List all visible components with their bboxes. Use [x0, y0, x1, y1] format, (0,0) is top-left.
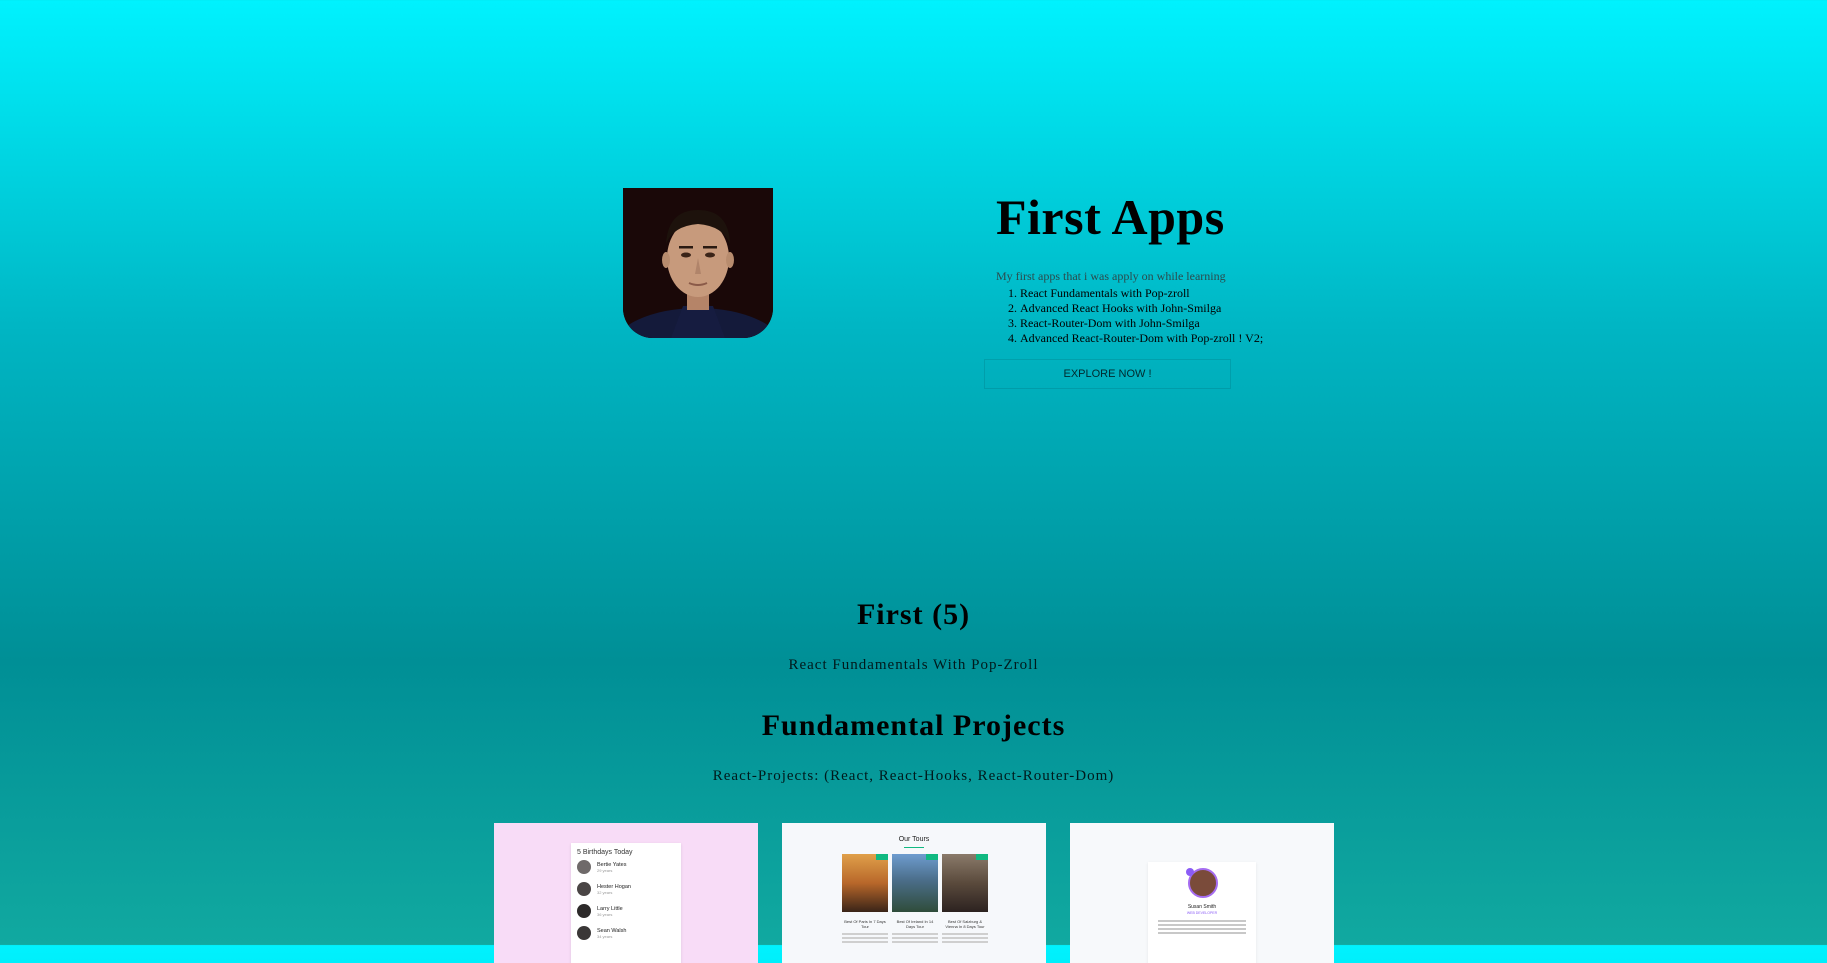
person-age: 34 years — [597, 933, 613, 939]
tour-name: Best Of Paris In 7 Days Tour — [844, 919, 886, 929]
projects-subtitle: React-Projects: (React, React-Hooks, Rea… — [712, 768, 1115, 784]
list-item: React-Router-Dom with John-Smilga — [1020, 316, 1326, 331]
avatar — [577, 904, 591, 918]
person-age: 29 years — [597, 867, 613, 873]
tour-image — [942, 854, 988, 912]
person-age: 36 years — [597, 911, 613, 917]
tour-image — [842, 854, 888, 912]
reviewer-name: Susan Smith — [1187, 904, 1217, 910]
person-name: Bertie Yates — [597, 861, 627, 868]
avatar — [577, 926, 591, 940]
title-underline — [904, 847, 924, 848]
tour-description — [842, 933, 888, 945]
project-card-tours[interactable]: Our Tours Best Of Paris In 7 Days Tour B… — [782, 823, 1046, 963]
learning-list: React Fundamentals with Pop-zroll Advanc… — [996, 286, 1326, 346]
avatar — [577, 882, 591, 896]
reviewer-job: WEB DEVELOPER — [1186, 911, 1218, 915]
hero-title: First Apps — [996, 189, 1225, 245]
avatar — [577, 860, 591, 874]
price-badge — [976, 854, 988, 860]
list-item: React Fundamentals with Pop-zroll — [1020, 286, 1326, 301]
person-name: Hester Hogan — [597, 883, 631, 890]
tour-image — [892, 854, 938, 912]
birthday-title: 5 Birthdays Today — [577, 849, 633, 856]
tour-description — [942, 933, 988, 945]
tour-name: Best Of Salzburg & Vienna In 8 Days Tour — [945, 919, 985, 929]
hero-text: First Apps My first apps that i was appl… — [996, 190, 1326, 346]
list-item: Sean Walsh 34 years — [571, 922, 681, 944]
profile-photo — [623, 188, 773, 338]
birthday-panel: 5 Birthdays Today Bertie Yates 29 years … — [571, 843, 681, 963]
quote-icon — [1186, 868, 1194, 876]
project-card-birthday[interactable]: 5 Birthdays Today Bertie Yates 29 years … — [494, 823, 758, 963]
person-name: Sean Walsh — [597, 927, 627, 934]
person-name: Larry Little — [597, 905, 623, 912]
hero-section: First Apps My first apps that i was appl… — [0, 0, 1827, 560]
list-item: Larry Little 36 years — [571, 900, 681, 922]
project-cards: 5 Birthdays Today Bertie Yates 29 years … — [494, 823, 1334, 963]
price-badge — [876, 854, 888, 860]
person-age: 32 years — [597, 889, 613, 895]
list-item: Advanced React Hooks with John-Smilga — [1020, 301, 1326, 316]
price-badge — [926, 854, 938, 860]
list-item: Advanced React-Router-Dom with Pop-zroll… — [1020, 331, 1326, 346]
tours-title: Our Tours — [898, 836, 930, 843]
hero-subtitle: My first apps that i was apply on while … — [996, 269, 1226, 283]
explore-now-button[interactable]: EXPLORE NOW ! — [984, 359, 1231, 389]
project-card-reviews[interactable]: Susan Smith WEB DEVELOPER — [1070, 823, 1334, 963]
tour-name: Best Of Ireland In 14 Days Tour — [896, 919, 934, 929]
review-text — [1158, 920, 1246, 936]
review-panel: Susan Smith WEB DEVELOPER — [1148, 862, 1256, 963]
list-item: Bertie Yates 29 years — [571, 856, 681, 878]
tour-description — [892, 933, 938, 945]
list-item: Hester Hogan 32 years — [571, 878, 681, 900]
projects-title: Fundamental Projects — [761, 709, 1066, 742]
section-subtitle: React Fundamentals With Pop-Zroll — [788, 657, 1039, 673]
section-title: First (5) — [856, 598, 971, 631]
